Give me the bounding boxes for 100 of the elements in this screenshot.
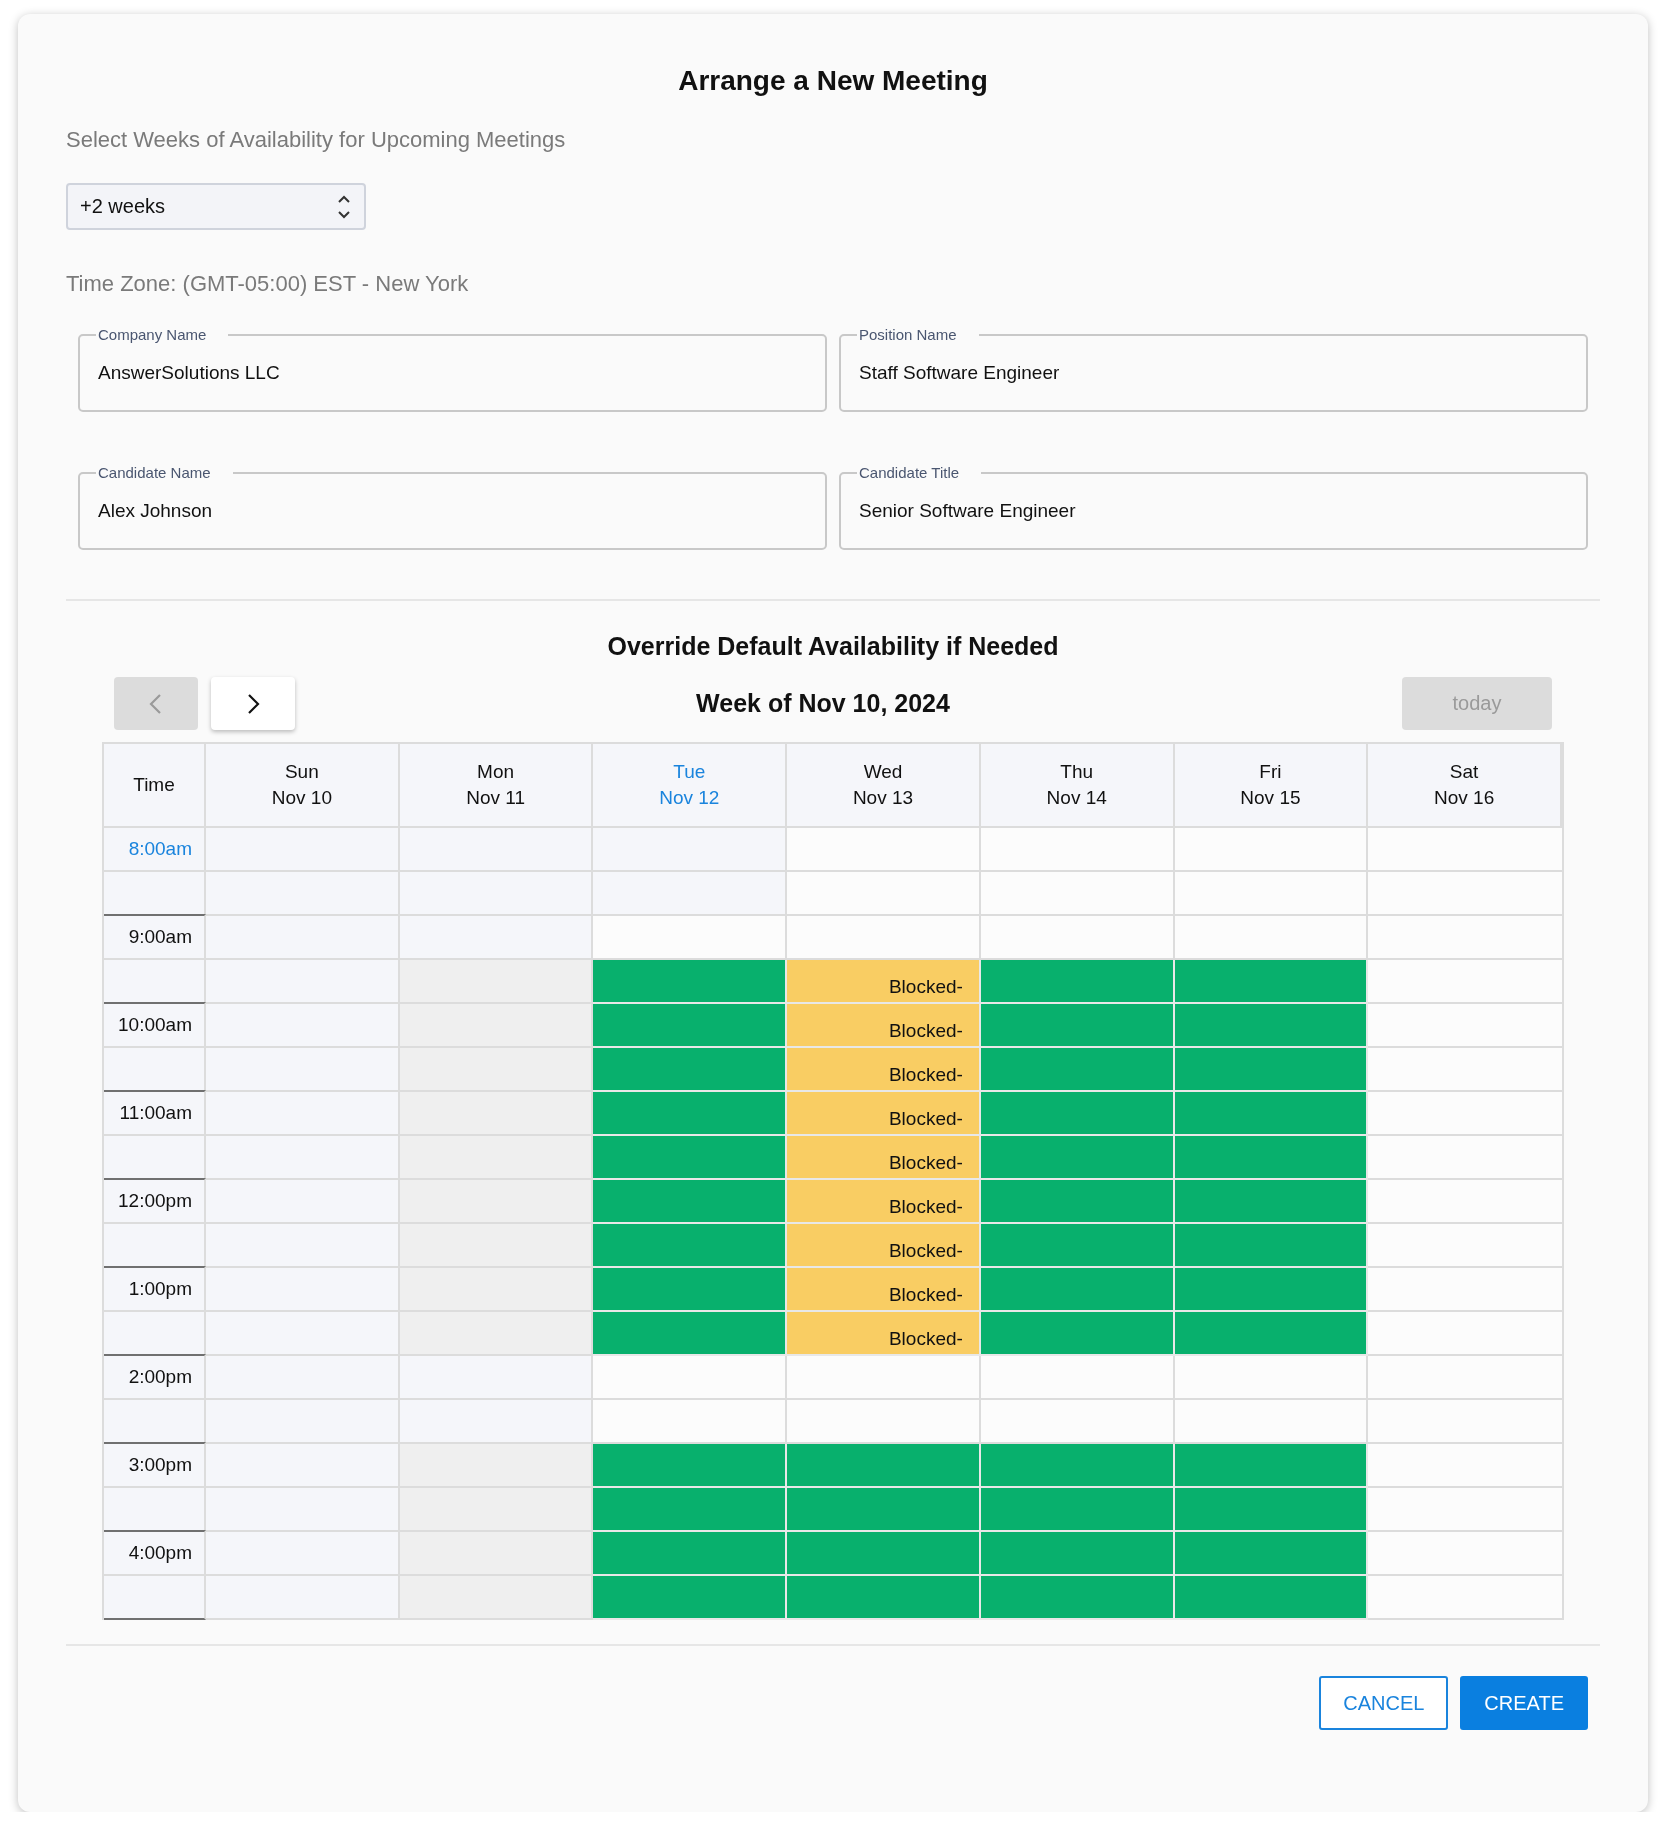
time-slot[interactable] (206, 1444, 400, 1488)
time-slot[interactable] (206, 1092, 400, 1136)
available-slot[interactable] (1174, 1004, 1369, 1048)
create-button[interactable]: CREATE (1460, 1676, 1588, 1730)
time-slot[interactable] (980, 1400, 1175, 1444)
time-slot[interactable] (980, 916, 1175, 960)
available-slot[interactable] (593, 1136, 788, 1180)
unavailable-slot[interactable] (399, 1576, 594, 1620)
time-slot[interactable] (399, 916, 594, 960)
available-slot[interactable] (980, 1268, 1175, 1312)
unavailable-slot[interactable] (399, 1092, 594, 1136)
available-slot[interactable] (593, 1532, 788, 1576)
time-slot[interactable] (593, 872, 788, 916)
available-slot[interactable] (593, 1092, 788, 1136)
available-slot[interactable] (1174, 1312, 1369, 1356)
available-slot[interactable] (980, 1136, 1175, 1180)
available-slot[interactable] (1174, 1444, 1369, 1488)
weeks-select[interactable]: +2 weeks (66, 183, 366, 230)
available-slot[interactable] (787, 1488, 981, 1532)
time-slot[interactable] (787, 828, 981, 872)
available-slot[interactable] (1174, 1180, 1369, 1224)
text-field[interactable]: Candidate Name Alex Johnson (78, 464, 827, 550)
available-slot[interactable] (980, 1532, 1175, 1576)
available-slot[interactable] (1174, 1048, 1369, 1092)
available-slot[interactable] (1174, 1224, 1369, 1268)
available-slot[interactable] (980, 1224, 1175, 1268)
time-slot[interactable] (206, 1532, 400, 1576)
blocked-slot[interactable]: Blocked- (787, 1180, 981, 1224)
time-slot[interactable] (787, 916, 981, 960)
time-slot[interactable] (206, 872, 400, 916)
unavailable-slot[interactable] (399, 1488, 594, 1532)
time-slot[interactable] (206, 1136, 400, 1180)
unavailable-slot[interactable] (399, 1048, 594, 1092)
time-slot[interactable] (399, 1356, 594, 1400)
time-slot[interactable] (206, 1356, 400, 1400)
blocked-slot[interactable]: Blocked- (787, 1092, 981, 1136)
available-slot[interactable] (593, 1004, 788, 1048)
available-slot[interactable] (980, 960, 1175, 1004)
time-slot[interactable] (206, 1048, 400, 1092)
time-slot[interactable] (1174, 872, 1369, 916)
time-slot[interactable] (206, 916, 400, 960)
blocked-slot[interactable]: Blocked- (787, 1136, 981, 1180)
available-slot[interactable] (980, 1092, 1175, 1136)
available-slot[interactable] (980, 1048, 1175, 1092)
available-slot[interactable] (1174, 1576, 1369, 1620)
available-slot[interactable] (593, 1576, 788, 1620)
available-slot[interactable] (980, 1312, 1175, 1356)
time-slot[interactable] (206, 960, 400, 1004)
unavailable-slot[interactable] (399, 1312, 594, 1356)
available-slot[interactable] (593, 1180, 788, 1224)
available-slot[interactable] (593, 1444, 788, 1488)
time-slot[interactable] (206, 1268, 400, 1312)
unavailable-slot[interactable] (399, 1136, 594, 1180)
unavailable-slot[interactable] (399, 1224, 594, 1268)
blocked-slot[interactable]: Blocked- (787, 1004, 981, 1048)
time-slot[interactable] (206, 1400, 400, 1444)
time-slot[interactable] (206, 1180, 400, 1224)
available-slot[interactable] (593, 1268, 788, 1312)
time-slot[interactable] (206, 828, 400, 872)
unavailable-slot[interactable] (399, 1180, 594, 1224)
cancel-button[interactable]: CANCEL (1319, 1676, 1449, 1730)
text-field[interactable]: Candidate Title Senior Software Engineer (839, 464, 1588, 550)
text-field[interactable]: Position Name Staff Software Engineer (839, 326, 1588, 412)
next-week-button[interactable] (211, 677, 295, 730)
time-slot[interactable] (980, 872, 1175, 916)
available-slot[interactable] (787, 1444, 981, 1488)
blocked-slot[interactable]: Blocked- (787, 1268, 981, 1312)
time-slot[interactable] (206, 1224, 400, 1268)
available-slot[interactable] (980, 1004, 1175, 1048)
available-slot[interactable] (1174, 1268, 1369, 1312)
time-slot[interactable] (1174, 1356, 1369, 1400)
time-slot[interactable] (980, 828, 1175, 872)
available-slot[interactable] (593, 1224, 788, 1268)
time-slot[interactable] (399, 828, 594, 872)
time-slot[interactable] (1174, 1400, 1369, 1444)
available-slot[interactable] (787, 1532, 981, 1576)
unavailable-slot[interactable] (399, 1004, 594, 1048)
available-slot[interactable] (980, 1488, 1175, 1532)
time-slot[interactable] (206, 1312, 400, 1356)
time-slot[interactable] (593, 1400, 788, 1444)
unavailable-slot[interactable] (399, 960, 594, 1004)
time-slot[interactable] (206, 1576, 400, 1620)
unavailable-slot[interactable] (399, 1444, 594, 1488)
blocked-slot[interactable]: Blocked- (787, 1224, 981, 1268)
available-slot[interactable] (1174, 1488, 1369, 1532)
available-slot[interactable] (593, 1312, 788, 1356)
available-slot[interactable] (1174, 1136, 1369, 1180)
available-slot[interactable] (593, 1048, 788, 1092)
time-slot[interactable] (593, 916, 788, 960)
time-slot[interactable] (787, 872, 981, 916)
blocked-slot[interactable]: Blocked- (787, 960, 981, 1004)
time-slot[interactable] (1174, 828, 1369, 872)
available-slot[interactable] (980, 1180, 1175, 1224)
time-slot[interactable] (787, 1356, 981, 1400)
available-slot[interactable] (980, 1444, 1175, 1488)
unavailable-slot[interactable] (399, 1532, 594, 1576)
blocked-slot[interactable]: Blocked- (787, 1312, 981, 1356)
available-slot[interactable] (980, 1576, 1175, 1620)
time-slot[interactable] (593, 828, 788, 872)
time-slot[interactable] (787, 1400, 981, 1444)
